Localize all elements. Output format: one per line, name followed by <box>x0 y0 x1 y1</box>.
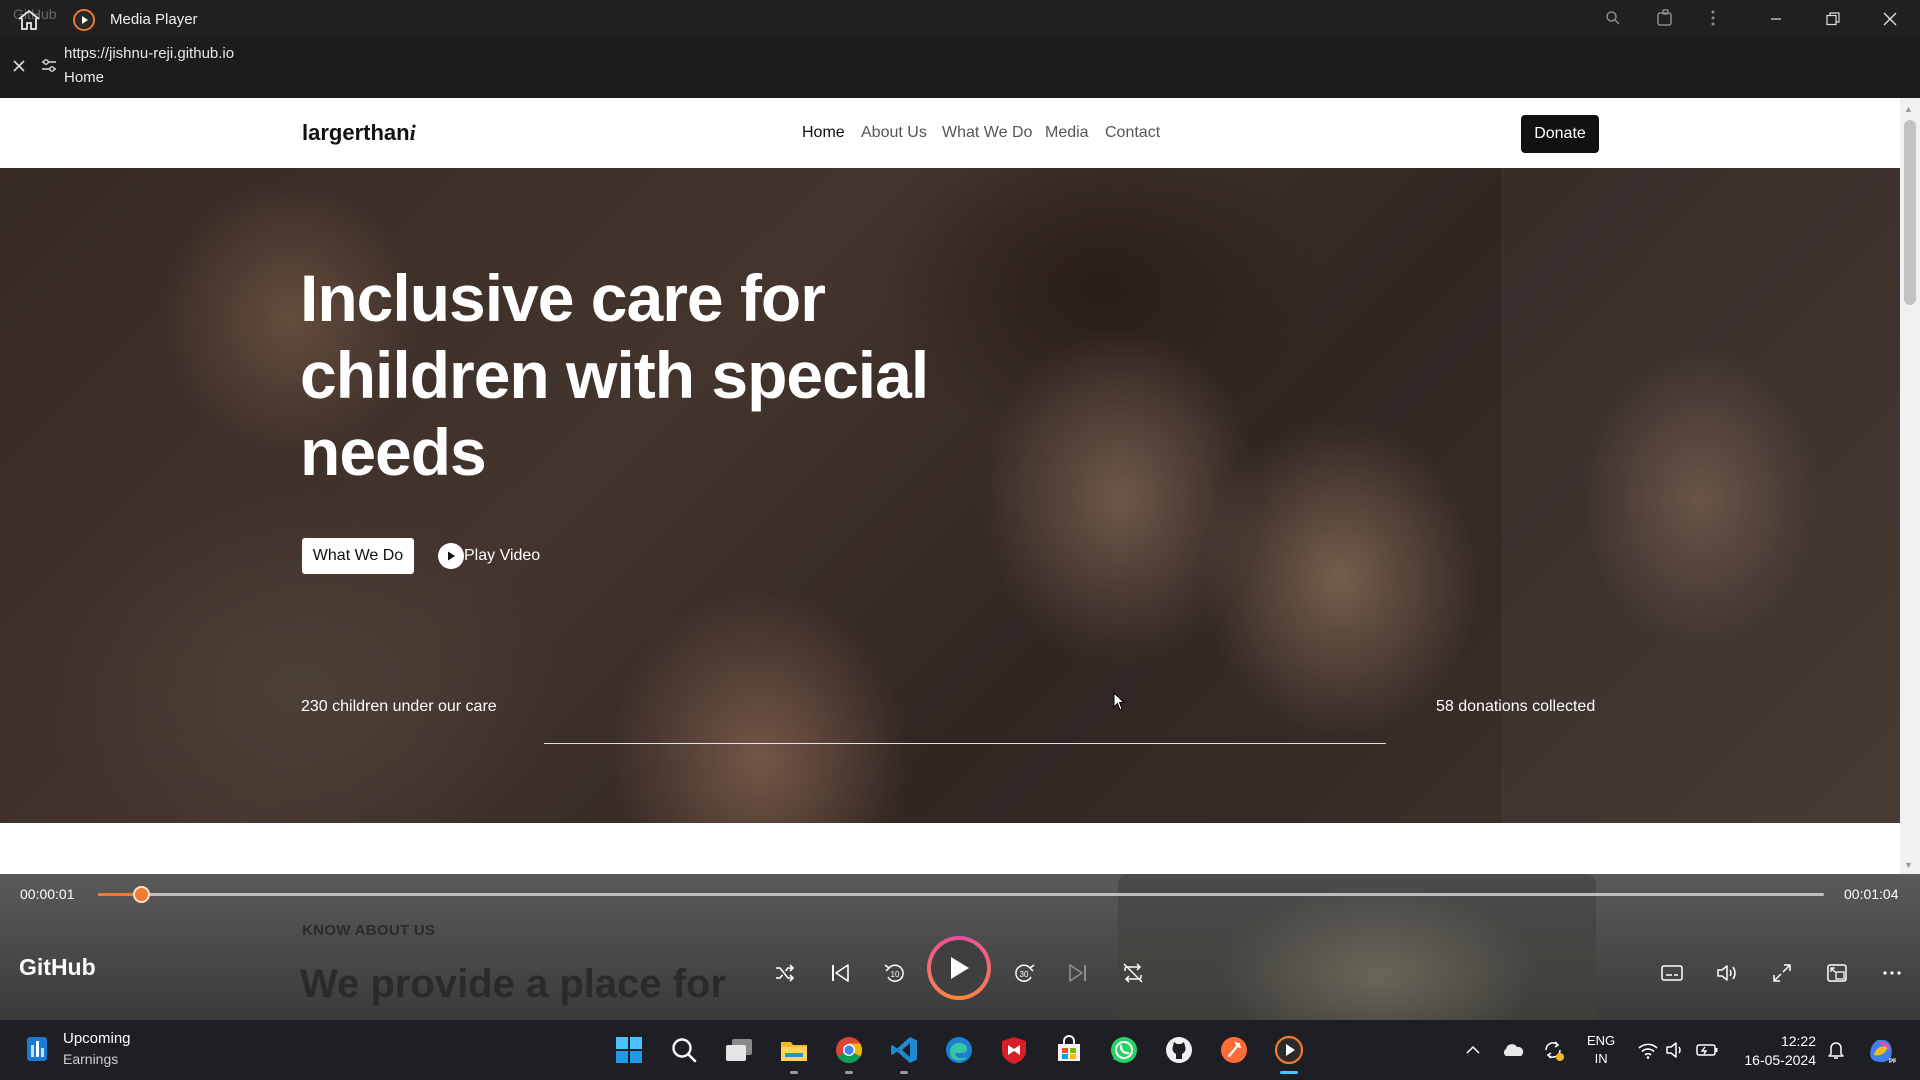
scrollbar-thumb[interactable] <box>1904 120 1916 305</box>
nav-media[interactable]: Media <box>1045 124 1089 142</box>
media-player-app-icon <box>72 8 96 32</box>
scroll-up-icon[interactable]: ▲ <box>1904 104 1913 114</box>
about-heading: We provide a place for <box>300 962 727 1006</box>
mini-player-icon[interactable] <box>1820 956 1854 990</box>
region-code: IN <box>1594 1051 1608 1066</box>
input-language[interactable]: ENG IN <box>1587 1032 1615 1068</box>
scroll-down-icon[interactable]: ▼ <box>1904 860 1913 870</box>
start-icon[interactable] <box>611 1032 647 1068</box>
language-code: ENG <box>1587 1033 1616 1048</box>
play-icon <box>931 940 987 996</box>
vscode-icon[interactable] <box>886 1032 922 1074</box>
website-viewport: largerthani Home About Us What We Do Med… <box>0 98 1900 874</box>
more-options-icon[interactable] <box>1875 956 1909 990</box>
mcafee-icon[interactable] <box>996 1032 1032 1068</box>
whatsapp-icon[interactable] <box>1106 1032 1142 1068</box>
total-duration: 00:01:04 <box>1844 886 1899 902</box>
page-title: Home <box>64 69 105 86</box>
chrome-icon[interactable] <box>831 1032 867 1074</box>
clock[interactable]: 12:22 16-05-2024 <box>1736 1032 1816 1070</box>
more-vert-icon[interactable] <box>1702 7 1724 29</box>
seek-bar[interactable] <box>98 886 1824 903</box>
zoom-icon[interactable] <box>1602 7 1624 29</box>
skip-back-10-icon[interactable]: 10 <box>878 956 912 990</box>
copilot-icon[interactable]: PRE <box>1864 1034 1898 1066</box>
active-indicator <box>1280 1071 1298 1074</box>
running-indicator <box>790 1071 798 1074</box>
skip-forward-30-icon[interactable]: 30 <box>1007 956 1041 990</box>
file-explorer-icon[interactable] <box>776 1032 812 1074</box>
play-circle-icon <box>438 543 464 569</box>
ms-store-icon[interactable] <box>1051 1032 1087 1068</box>
task-view-icon[interactable] <box>721 1032 757 1068</box>
stat-divider <box>544 743 1386 744</box>
edge-icon[interactable] <box>941 1032 977 1068</box>
widget-title[interactable]: Upcoming <box>63 1030 131 1047</box>
what-we-do-button[interactable]: What We Do <box>302 538 414 574</box>
nav-about-us[interactable]: About Us <box>861 124 927 142</box>
speaker-icon[interactable] <box>1664 1038 1688 1062</box>
shuffle-icon[interactable] <box>768 956 802 990</box>
wifi-icon[interactable] <box>1636 1038 1660 1062</box>
close-tab-icon[interactable] <box>12 56 26 79</box>
restore-button[interactable] <box>1805 0 1861 38</box>
next-icon[interactable] <box>1061 956 1095 990</box>
hero-section: Inclusive care for children with special… <box>0 168 1900 823</box>
battery-icon[interactable] <box>1694 1038 1720 1062</box>
donate-button[interactable]: Donate <box>1521 115 1599 153</box>
close-button[interactable] <box>1862 0 1918 38</box>
home-icon[interactable] <box>16 8 42 32</box>
search-icon[interactable] <box>666 1032 702 1068</box>
onedrive-icon[interactable] <box>1500 1038 1526 1062</box>
svg-text:10: 10 <box>891 970 900 979</box>
play-video-link[interactable]: Play Video <box>438 542 540 570</box>
clock-time: 12:22 <box>1780 1033 1816 1049</box>
postman-icon[interactable] <box>1216 1032 1252 1068</box>
previous-icon[interactable] <box>823 956 857 990</box>
elapsed-time: 00:00:01 <box>20 886 75 902</box>
subtitles-icon[interactable] <box>1655 956 1689 990</box>
sync-icon[interactable] <box>1540 1038 1566 1062</box>
widget-subtitle[interactable]: Earnings <box>63 1051 118 1067</box>
site-settings-icon[interactable] <box>40 57 58 75</box>
notifications-icon[interactable] <box>1824 1038 1848 1062</box>
title-bar: GitHub Media Player <box>0 0 1920 38</box>
repeat-off-icon[interactable] <box>1116 956 1150 990</box>
fullscreen-icon[interactable] <box>1765 956 1799 990</box>
svg-text:30: 30 <box>1020 970 1029 979</box>
know-about-us-label: KNOW ABOUT US <box>302 922 436 939</box>
svg-text:PRE: PRE <box>1889 1059 1896 1065</box>
media-controls: KNOW ABOUT US We provide a place for 00:… <box>0 874 1920 1020</box>
mouse-cursor-icon <box>1113 691 1126 712</box>
clock-date: 16-05-2024 <box>1744 1052 1816 1068</box>
github-desktop-icon[interactable] <box>1161 1032 1197 1068</box>
window-title: Media Player <box>110 11 198 28</box>
play-video-label: Play Video <box>464 547 541 564</box>
nav-home[interactable]: Home <box>802 124 845 142</box>
media-title: GitHub <box>19 954 96 980</box>
page-url: https://jishnu-reji.github.io <box>64 45 235 62</box>
media-player-taskbar-icon[interactable] <box>1271 1032 1307 1074</box>
url-strip: https://jishnu-reji.github.io Home <box>0 38 1920 98</box>
nav-what-we-do[interactable]: What We Do <box>942 124 1032 142</box>
running-indicator <box>845 1071 853 1074</box>
volume-icon[interactable] <box>1710 956 1744 990</box>
site-header: largerthani Home About Us What We Do Med… <box>0 98 1900 168</box>
seek-handle[interactable] <box>133 886 150 903</box>
site-logo[interactable]: largerthani <box>302 120 416 146</box>
minimize-button[interactable] <box>1748 0 1804 38</box>
extensions-icon[interactable] <box>1654 7 1676 29</box>
hero-headline: Inclusive care for children with special… <box>300 261 929 489</box>
nav-contact[interactable]: Contact <box>1105 124 1160 142</box>
hero-overlay <box>0 168 1900 823</box>
widgets-icon[interactable] <box>24 1035 50 1063</box>
page-scrollbar[interactable]: ▲ ▼ <box>1900 98 1920 874</box>
taskbar: Upcoming Earnings ENG IN 12:22 16-05-202… <box>0 1020 1920 1080</box>
children-stat: 230 children under our care <box>301 698 497 715</box>
running-indicator <box>900 1071 908 1074</box>
play-button[interactable] <box>927 936 991 1000</box>
donations-stat: 58 donations collected <box>1436 698 1596 715</box>
show-hidden-icons-icon[interactable] <box>1462 1038 1484 1062</box>
